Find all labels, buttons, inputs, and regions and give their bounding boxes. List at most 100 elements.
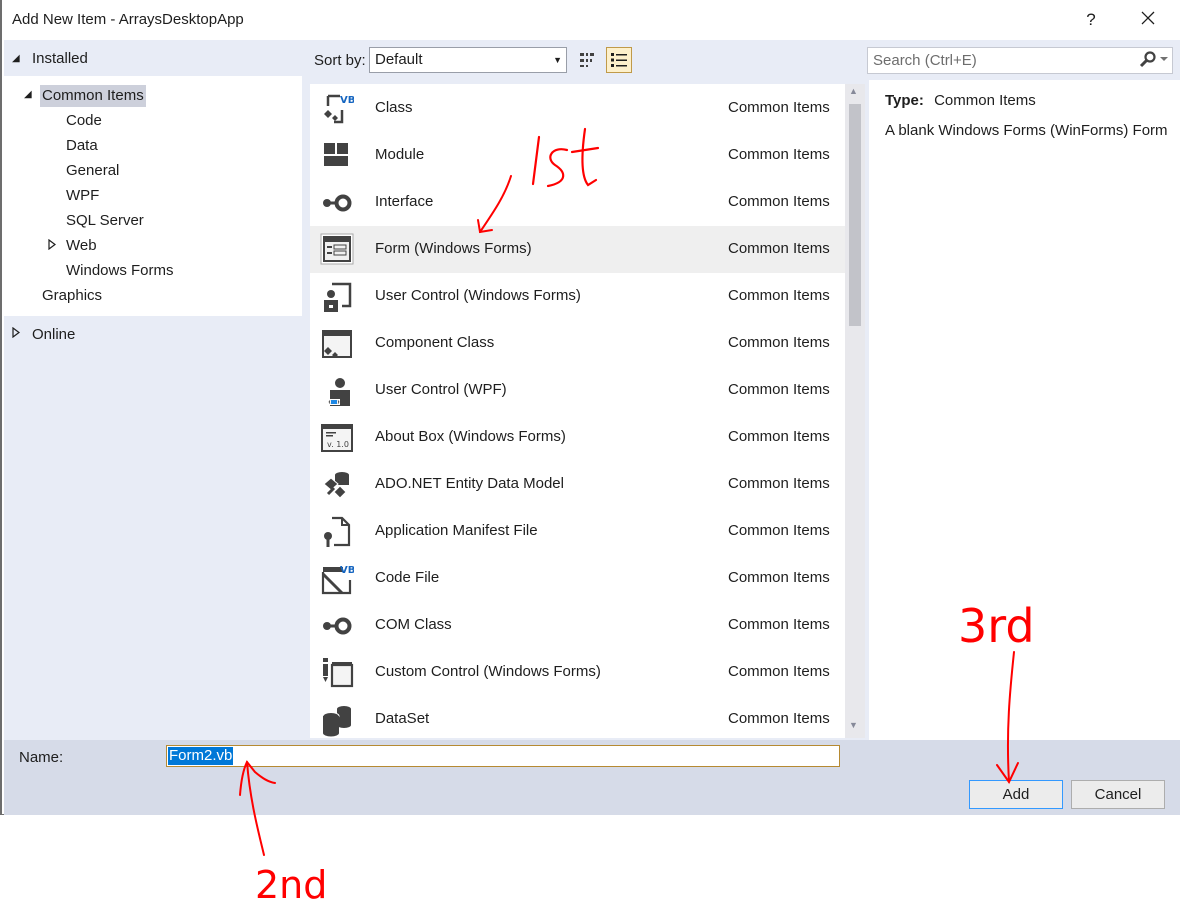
sort-by-label: Sort by: (314, 52, 366, 69)
tree-item-windows-forms[interactable]: Windows Forms (64, 260, 176, 282)
expanded-arrow-icon: ◢ (12, 52, 20, 64)
search-input[interactable] (873, 52, 1133, 69)
title-bar: Add New Item - ArraysDesktopApp ? (2, 0, 1180, 40)
template-category: Common Items (728, 475, 830, 492)
module-icon (320, 139, 354, 173)
template-name: Code File (375, 569, 440, 586)
tree-item-common-items[interactable]: Common Items (40, 85, 146, 107)
cancel-button[interactable]: Cancel (1071, 780, 1165, 809)
template-row[interactable]: Interface Common Items (310, 179, 845, 226)
category-tree: ◢ Installed ◢ Common Items Code Data Gen… (4, 40, 302, 740)
interface-icon (320, 186, 354, 220)
sort-by-value: Default (375, 51, 423, 68)
close-icon (1141, 11, 1155, 25)
tree-node-online[interactable]: Online (4, 316, 302, 352)
custom-control-icon (320, 656, 354, 690)
template-row[interactable]: ADO.NET Entity Data Model Common Items (310, 461, 845, 508)
scroll-up-arrow-icon[interactable]: ▲ (849, 86, 858, 96)
template-name: User Control (Windows Forms) (375, 287, 581, 304)
template-category: Common Items (728, 663, 830, 680)
template-row[interactable]: COM Class Common Items (310, 602, 845, 649)
entity-model-icon (320, 468, 354, 502)
tree-node-label: Online (32, 325, 76, 343)
template-name: About Box (Windows Forms) (375, 428, 566, 445)
medium-icons-view-button[interactable] (574, 47, 600, 73)
template-category: Common Items (728, 710, 830, 727)
template-row[interactable]: Custom Control (Windows Forms) Common Ite… (310, 649, 845, 696)
template-category: Common Items (728, 334, 830, 351)
about-box-icon: v. 1.0 (320, 421, 354, 455)
template-category: Common Items (728, 428, 830, 445)
details-pane: Type: Common Items A blank Windows Forms… (867, 80, 1180, 740)
add-button[interactable]: Add (969, 780, 1063, 809)
template-category: Common Items (728, 240, 830, 257)
manifest-file-icon (320, 515, 354, 549)
installed-children: ◢ Common Items Code Data General WPF SQL… (4, 76, 302, 316)
template-name: User Control (WPF) (375, 381, 507, 398)
tree-item-data[interactable]: Data (64, 135, 100, 157)
template-category: Common Items (728, 146, 830, 163)
template-row[interactable]: v. 1.0 About Box (Windows Forms) Common It… (310, 414, 845, 461)
template-category: Common Items (728, 287, 830, 304)
footer: Name: Form2.vb Add Cancel (4, 740, 1180, 815)
tree-item-web[interactable]: Web (64, 235, 99, 257)
svg-text:v. 1.0: v. 1.0 (327, 440, 349, 449)
scrollbar-thumb[interactable] (849, 104, 861, 326)
sort-by-dropdown[interactable]: Default ▼ (369, 47, 567, 73)
template-row[interactable]: Application Manifest File Common Items (310, 508, 845, 555)
collapsed-arrow-icon[interactable] (48, 238, 56, 253)
search-box[interactable] (867, 47, 1173, 74)
template-name: ADO.NET Entity Data Model (375, 475, 564, 492)
component-class-icon (320, 327, 354, 361)
template-row[interactable]: Form (Windows Forms) Common Items (310, 226, 845, 273)
list-view-icon (611, 53, 627, 67)
dataset-icon (320, 703, 354, 737)
template-category: Common Items (728, 99, 830, 116)
template-description: A blank Windows Forms (WinForms) Form (885, 122, 1168, 139)
close-button[interactable] (1133, 8, 1163, 32)
tree-item-code[interactable]: Code (64, 110, 104, 132)
template-name: COM Class (375, 616, 452, 633)
help-button[interactable]: ? (1076, 8, 1106, 32)
type-value: Common Items (934, 92, 1036, 109)
search-options-arrow-icon[interactable] (1160, 56, 1168, 62)
list-scrollbar[interactable]: ▲ ▼ (845, 84, 865, 738)
template-category: Common Items (728, 381, 830, 398)
template-category: Common Items (728, 522, 830, 539)
svg-text:VB: VB (340, 565, 354, 576)
name-input-selected-text: Form2.vb (168, 747, 234, 765)
tree-node-installed[interactable]: ◢ Installed (4, 40, 302, 76)
scroll-down-arrow-icon[interactable]: ▼ (849, 720, 858, 730)
template-category: Common Items (728, 616, 830, 633)
template-row[interactable]: User Control (Windows Forms) Common Items (310, 273, 845, 320)
tree-item-sql-server[interactable]: SQL Server (64, 210, 146, 232)
list-view-button[interactable] (606, 47, 632, 73)
search-icon[interactable] (1139, 50, 1157, 68)
grid-view-icon (580, 53, 594, 67)
template-name: Component Class (375, 334, 495, 351)
template-name: Custom Control (Windows Forms) (375, 663, 601, 680)
template-row[interactable]: VB Class Common Items (310, 85, 845, 132)
template-row[interactable]: VB Code File Common Items (310, 555, 845, 602)
add-new-item-dialog: Add New Item - ArraysDesktopApp ? ◢ Inst… (0, 0, 1180, 815)
template-list-area: VB Class Common Items Module Common Items Int… (302, 80, 867, 740)
collapsed-arrow-icon (12, 326, 26, 341)
template-name: Module (375, 146, 425, 163)
type-label: Type: (885, 92, 924, 109)
tree-item-wpf[interactable]: WPF (64, 185, 101, 207)
expanded-arrow-icon: ◢ (24, 89, 32, 100)
template-row[interactable]: Module Common Items (310, 132, 845, 179)
name-input[interactable]: Form2.vb (166, 745, 840, 767)
template-name: Application Manifest File (375, 522, 538, 539)
tree-item-graphics[interactable]: Graphics (40, 285, 104, 307)
template-row[interactable]: Component Class Common Items (310, 320, 845, 367)
template-list: VB Class Common Items Module Common Items Int… (310, 84, 845, 738)
vb-code-file-icon: VB (320, 562, 355, 596)
tree-item-general[interactable]: General (64, 160, 121, 182)
template-row[interactable]: DataSet Common Items (310, 696, 845, 738)
annotation-second-text: 2nd (255, 863, 327, 901)
name-label: Name: (19, 749, 64, 766)
template-name: Form (Windows Forms) (375, 240, 532, 257)
template-row[interactable]: User Control (WPF) Common Items (310, 367, 845, 414)
tree-node-label: Installed (32, 49, 88, 67)
